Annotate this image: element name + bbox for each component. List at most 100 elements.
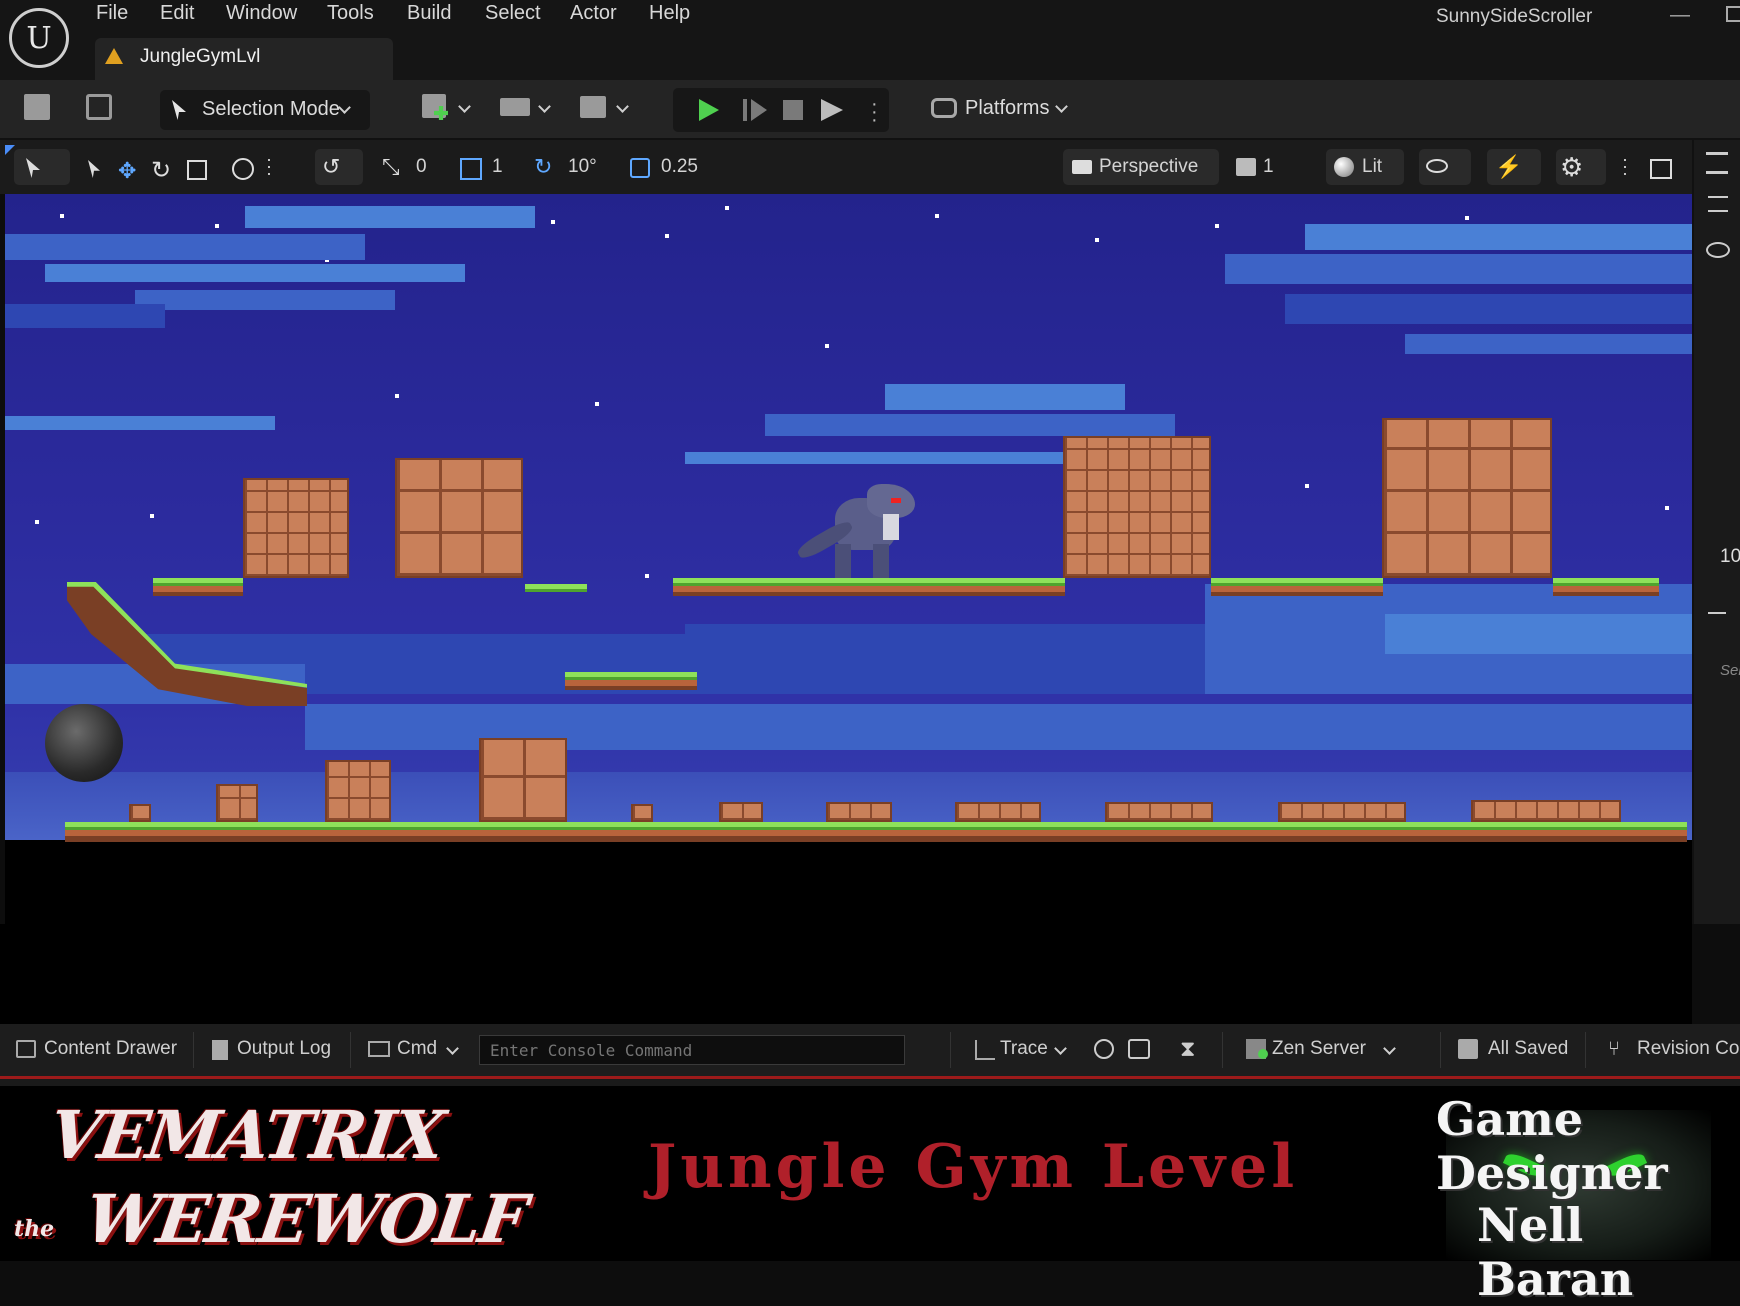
designer-name: Nell Baran [1477, 1198, 1634, 1306]
brick-block[interactable] [631, 804, 653, 822]
pointer-icon[interactable] [88, 160, 100, 178]
browse-icon[interactable] [86, 94, 112, 120]
scale-snap-icon[interactable] [630, 158, 650, 178]
save-icon[interactable] [24, 94, 50, 120]
camera-icon [1072, 160, 1092, 174]
more-options-icon[interactable]: · · · [871, 94, 878, 130]
grass-platform[interactable] [1553, 578, 1659, 596]
menu-window[interactable]: Window [226, 2, 297, 25]
brick-block[interactable] [216, 784, 258, 822]
brick-block[interactable] [1278, 802, 1406, 822]
brick-block[interactable] [325, 760, 391, 822]
werewolf-character[interactable] [795, 484, 919, 580]
stop-icon[interactable] [783, 100, 803, 120]
move-icon[interactable]: ✥ [118, 158, 136, 184]
ground-platform[interactable] [65, 822, 1687, 842]
edit-icon[interactable] [1708, 594, 1726, 614]
mode-selector[interactable]: Selection Mode [160, 90, 370, 130]
divider [350, 1032, 351, 1068]
translate-snap-value[interactable]: 0 [416, 156, 427, 178]
chevron-down-icon[interactable] [458, 100, 471, 113]
brick-block[interactable] [243, 478, 349, 578]
eye-icon [1426, 159, 1448, 173]
content-drawer-button[interactable]: Content Drawer [44, 1038, 177, 1060]
select-tool-dropdown[interactable] [14, 149, 70, 185]
grass-platform[interactable] [153, 578, 243, 596]
brick-block[interactable] [479, 738, 567, 822]
cloud [45, 264, 465, 282]
thin-platform[interactable] [525, 584, 587, 592]
world-icon[interactable] [232, 158, 254, 180]
unreal-logo-icon[interactable]: U [9, 8, 69, 68]
zen-server-dropdown[interactable]: Zen Server [1272, 1038, 1366, 1060]
brick-block[interactable] [395, 458, 523, 578]
rotate-icon[interactable]: ↻ [151, 156, 171, 185]
floating-platform[interactable] [565, 672, 697, 690]
grass-platform[interactable] [1211, 578, 1383, 596]
menu-tools[interactable]: Tools [327, 2, 374, 25]
brick-block[interactable] [955, 802, 1041, 822]
chevron-down-icon[interactable] [1383, 1042, 1396, 1055]
grass-platform[interactable] [673, 578, 1065, 596]
scale-icon[interactable] [187, 160, 207, 180]
menu-build[interactable]: Build [407, 2, 451, 25]
menu-actor[interactable]: Actor [570, 2, 617, 25]
more-options-icon[interactable]: · · · [1622, 150, 1628, 182]
output-log-button[interactable]: Output Log [237, 1038, 331, 1060]
console-command-input[interactable] [479, 1035, 905, 1065]
play-icon[interactable] [699, 99, 719, 121]
visibility-icon[interactable] [1706, 242, 1730, 258]
hourglass-icon[interactable]: ⧗ [1180, 1036, 1195, 1062]
screenshot-icon[interactable] [1128, 1039, 1150, 1059]
layout-icon[interactable] [1650, 159, 1672, 179]
chevron-down-icon[interactable] [1055, 100, 1068, 113]
cloud [245, 206, 535, 228]
eject-icon[interactable] [821, 99, 843, 121]
chevron-down-icon[interactable] [616, 100, 629, 113]
camera-speed-icon[interactable] [1236, 158, 1256, 176]
menu-select[interactable]: Select [485, 2, 541, 25]
camera-speed-value[interactable]: 1 [1263, 156, 1274, 178]
cmd-dropdown[interactable]: Cmd [397, 1038, 437, 1060]
revision-control-button[interactable]: Revision Co [1637, 1038, 1739, 1060]
brick-block[interactable] [719, 802, 763, 822]
chevron-down-icon[interactable] [446, 1042, 459, 1055]
chevron-down-icon[interactable] [538, 100, 551, 113]
panel-value: 10 [1720, 546, 1740, 567]
outliner-icon[interactable] [1706, 152, 1728, 174]
scale-snap-value[interactable]: 0.25 [661, 156, 698, 178]
all-saved-button[interactable]: All Saved [1488, 1038, 1568, 1060]
brick-block[interactable] [1063, 436, 1211, 578]
chevron-down-icon[interactable] [1054, 1042, 1067, 1055]
blueprint-icon[interactable] [500, 98, 530, 116]
level-tab[interactable]: JungleGymLvl [95, 38, 393, 80]
maximize-icon[interactable] [1726, 6, 1740, 22]
menu-edit[interactable]: Edit [160, 2, 194, 25]
brick-block[interactable] [1105, 802, 1213, 822]
brick-block[interactable] [1382, 418, 1552, 578]
minimize-icon[interactable]: — [1670, 4, 1690, 27]
platforms-button[interactable]: Platforms [965, 97, 1049, 120]
brick-block[interactable] [826, 802, 892, 822]
trace-dropdown[interactable]: Trace [1000, 1038, 1048, 1060]
cloud [685, 452, 1075, 464]
grid-snap-value[interactable]: 1 [492, 156, 503, 178]
translate-snap-icon[interactable]: ⤡ [382, 154, 400, 180]
level-viewport[interactable] [5, 194, 1692, 924]
cinematics-icon[interactable] [580, 96, 606, 118]
rotate-snap-value[interactable]: 10° [568, 156, 597, 178]
boulder[interactable] [45, 704, 123, 782]
grid-snap-icon[interactable] [460, 158, 482, 180]
brick-block[interactable] [1471, 800, 1621, 822]
viewport-toolbar: ✥ ↻ · · · ↺ ⤡ 0 1 ↻ 10° 0.25 Perspective 1… [0, 140, 1740, 194]
more-options-icon[interactable]: · · · [266, 150, 272, 182]
menu-help[interactable]: Help [649, 2, 690, 25]
record-icon[interactable] [1094, 1039, 1114, 1059]
filter-icon[interactable] [1708, 196, 1728, 212]
star [395, 394, 399, 398]
brick-block[interactable] [129, 804, 151, 822]
menu-file[interactable]: File [96, 2, 128, 25]
rotate-snap-icon[interactable]: ↻ [534, 154, 552, 180]
step-icon[interactable] [743, 99, 747, 121]
status-ok-icon [1258, 1049, 1268, 1059]
